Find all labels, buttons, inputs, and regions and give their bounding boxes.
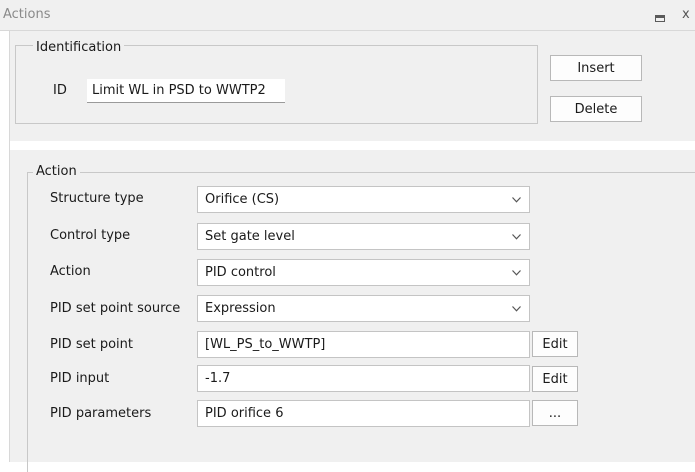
control-type-select[interactable]: Set gate level	[197, 223, 530, 250]
title-bar: Actions x	[0, 0, 695, 31]
chevron-down-icon	[512, 197, 521, 203]
identification-panel: Identification ID Limit WL in PSD to WWT…	[10, 31, 695, 141]
action-select[interactable]: PID control	[197, 259, 530, 286]
pid-set-point-source-label: PID set point source	[50, 301, 181, 316]
pid-parameters-label: PID parameters	[50, 406, 152, 421]
pid-set-point-source-value: Expression	[205, 301, 276, 316]
identification-legend: Identification	[33, 40, 125, 56]
chevron-down-icon	[512, 234, 521, 240]
pid-set-point-edit-button[interactable]: Edit	[532, 331, 578, 357]
window-title: Actions	[3, 7, 51, 22]
pid-input-label: PID input	[50, 371, 110, 386]
pid-input-edit-button[interactable]: Edit	[532, 366, 578, 392]
action-panel: Action Structure type Orifice (CS) Contr…	[10, 150, 695, 472]
structure-type-label: Structure type	[50, 191, 144, 206]
control-type-value: Set gate level	[205, 229, 295, 244]
pid-parameters-browse-button[interactable]: ...	[532, 400, 578, 426]
pid-set-point-label: PID set point	[50, 337, 133, 352]
pid-set-point-input[interactable]: [WL_PS_to_WWTP]	[197, 331, 530, 358]
action-groupbox	[27, 172, 695, 472]
restore-icon[interactable]	[655, 15, 665, 22]
pid-input-input[interactable]: -1.7	[197, 365, 530, 392]
id-input[interactable]: Limit WL in PSD to WWTP2	[87, 79, 285, 103]
structure-type-value: Orifice (CS)	[205, 192, 280, 207]
action-legend: Action	[33, 164, 80, 180]
pid-set-point-source-select[interactable]: Expression	[197, 295, 530, 322]
delete-button[interactable]: Delete	[550, 96, 642, 122]
pid-parameters-input[interactable]: PID orifice 6	[197, 400, 530, 427]
section-separator	[10, 141, 695, 150]
close-icon[interactable]: x	[682, 8, 690, 22]
action-value: PID control	[205, 265, 276, 280]
insert-button[interactable]: Insert	[550, 55, 642, 81]
id-label: ID	[53, 83, 67, 98]
control-type-label: Control type	[50, 228, 131, 243]
action-label: Action	[50, 264, 91, 279]
chevron-down-icon	[512, 270, 521, 276]
chevron-down-icon	[512, 306, 521, 312]
structure-type-select[interactable]: Orifice (CS)	[197, 186, 530, 213]
